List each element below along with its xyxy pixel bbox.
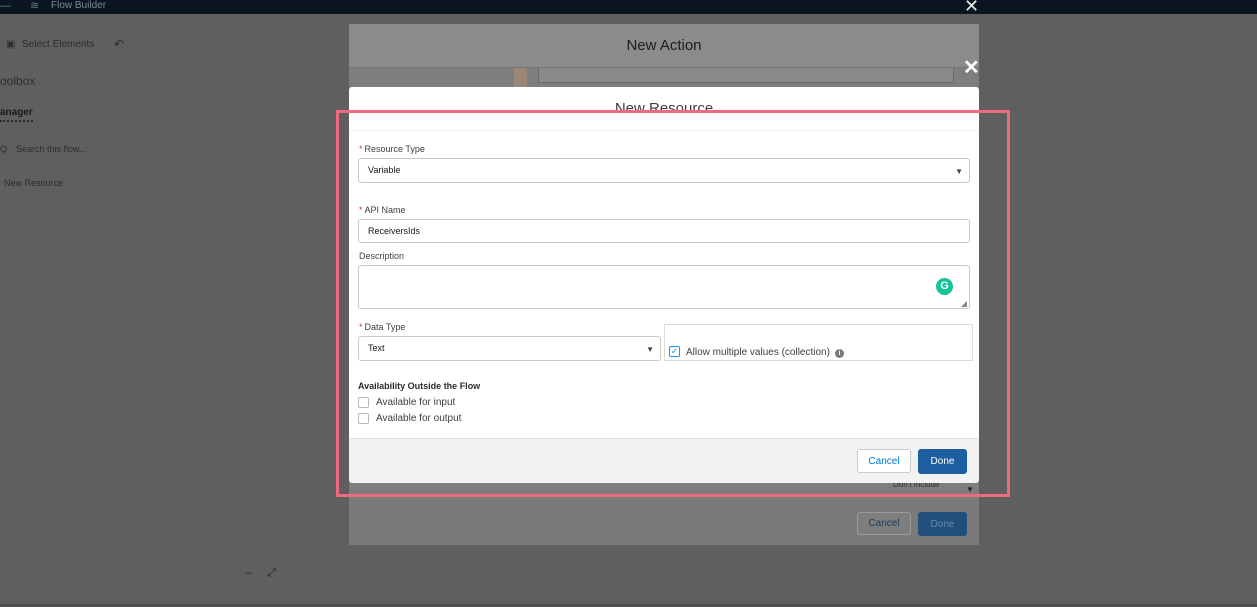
select-elements-button[interactable]: Select Elements	[22, 39, 94, 50]
description-textarea[interactable]: ◢	[358, 265, 970, 309]
new-resource-button[interactable]: New Resource	[4, 178, 63, 188]
resource-type-label-text: Resource Type	[364, 144, 425, 154]
required-marker: *	[359, 144, 363, 154]
done-button[interactable]: Done	[918, 449, 967, 474]
data-type-label: * Data Type	[359, 322, 405, 332]
action-description-textarea[interactable]	[538, 68, 954, 83]
api-name-input[interactable]: ReceiversIds	[358, 219, 970, 243]
data-type-label-text: Data Type	[364, 322, 406, 332]
data-type-select[interactable]: Text ▼	[358, 336, 661, 361]
allow-multiple-checkbox[interactable]: ✓	[669, 346, 680, 357]
flow-icon: ≋	[30, 0, 40, 12]
cancel-button[interactable]: Cancel	[857, 449, 911, 473]
app-header: — ≋ Flow Builder	[0, 0, 1257, 14]
scroll-indicator	[514, 68, 527, 88]
new-action-title: New Action	[626, 37, 702, 54]
search-icon: Q	[0, 144, 8, 154]
allow-multiple-label: Allow multiple values (collection)	[686, 347, 830, 358]
action-cancel-button[interactable]: Cancel	[857, 512, 911, 535]
zoom-out-icon[interactable]: –	[246, 567, 252, 579]
toolbox-heading: oolbox	[0, 74, 36, 88]
data-type-value: Text	[368, 343, 385, 353]
canvas-toolbar: ▣ Select Elements ↶	[0, 34, 340, 56]
grammarly-icon[interactable]: G	[936, 278, 953, 295]
available-input-label: Available for input	[376, 397, 456, 408]
resize-handle-icon[interactable]: ◢	[961, 299, 967, 308]
api-name-label-text: API Name	[364, 205, 406, 215]
tab-manager[interactable]: anager	[0, 107, 33, 122]
action-done-button[interactable]: Done	[918, 512, 967, 536]
select-elements-icon[interactable]: ▣	[6, 39, 15, 50]
search-input[interactable]: Search this flow...	[16, 144, 87, 154]
required-marker: *	[359, 205, 363, 215]
api-name-value: ReceiversIds	[368, 226, 421, 236]
new-resource-modal: New Resource * Resource Type Variable ▼ *…	[349, 87, 979, 483]
close-icon[interactable]: ✕	[964, 0, 979, 15]
close-icon[interactable]: ✕	[963, 58, 980, 78]
required-marker: *	[359, 322, 363, 332]
api-name-label: * API Name	[359, 205, 406, 215]
availability-title: Availability Outside the Flow	[358, 381, 481, 391]
new-resource-footer: Cancel Done	[349, 438, 979, 483]
chevron-down-icon[interactable]: ▼	[966, 485, 974, 494]
app-title: Flow Builder	[51, 0, 107, 11]
resource-type-value: Variable	[368, 165, 401, 175]
chevron-down-icon: ▼	[955, 167, 963, 176]
resource-type-select[interactable]: Variable ▼	[358, 158, 970, 183]
available-output-checkbox[interactable]	[358, 413, 369, 424]
description-label: Description	[359, 251, 405, 261]
back-icon[interactable]: —	[0, 0, 11, 12]
available-input-checkbox[interactable]	[358, 397, 369, 408]
zoom-controls: – ⤢	[246, 567, 288, 580]
available-output-label: Available for output	[376, 413, 462, 424]
info-icon[interactable]: i	[835, 349, 844, 358]
new-resource-title: New Resource	[614, 100, 714, 114]
undo-icon[interactable]: ↶	[114, 37, 124, 51]
fit-view-icon[interactable]: ⤢	[267, 567, 276, 579]
resource-type-label: * Resource Type	[359, 144, 425, 154]
chevron-down-icon: ▼	[646, 345, 654, 354]
divider	[349, 130, 979, 131]
